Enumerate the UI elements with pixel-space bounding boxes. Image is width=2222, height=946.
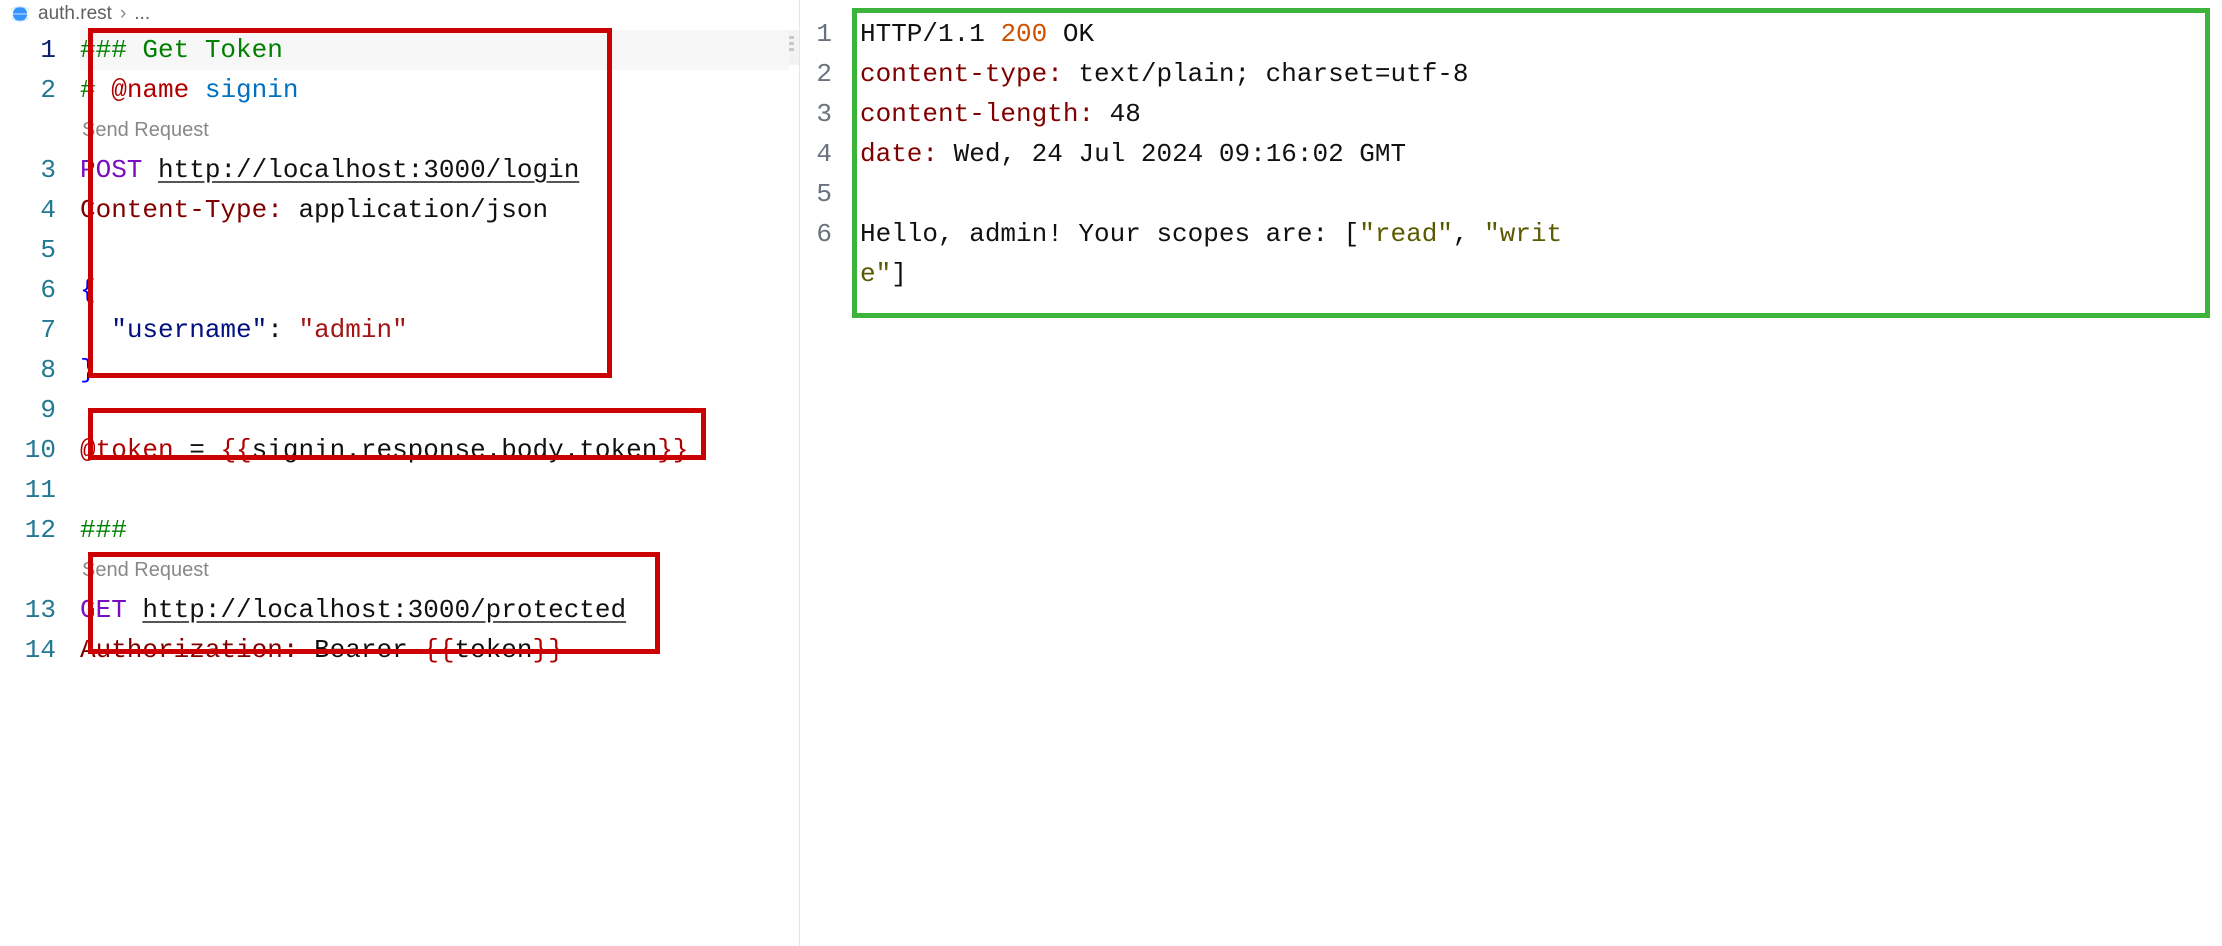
line-number: 12 xyxy=(14,510,56,550)
line-number: 13 xyxy=(14,590,56,630)
line-number: 9 xyxy=(14,390,56,430)
request-url[interactable]: http://localhost:3000/protected xyxy=(142,595,626,625)
chevron-right-icon: › xyxy=(120,3,126,25)
editor-left-pane: auth.rest › ... 1 2 3 4 5 6 7 8 9 10 11 … xyxy=(0,0,800,946)
header-value: 48 xyxy=(1110,99,1141,129)
template-var: token xyxy=(455,635,533,665)
template-close: }} xyxy=(657,435,688,465)
send-request-codelens[interactable]: Send Request xyxy=(80,550,789,590)
header-name: content-type xyxy=(860,59,1047,89)
response-body-end: ] xyxy=(891,259,907,289)
line-number xyxy=(814,254,832,294)
line-number: 3 xyxy=(814,94,832,134)
comment-hash: # xyxy=(80,75,111,105)
http-version: HTTP/1.1 xyxy=(860,19,1000,49)
template-body: signin.response.body.token xyxy=(252,435,658,465)
response-right-pane: 1 2 3 4 5 6 HTTP/1.1 200 OK content-type… xyxy=(800,0,2222,946)
line-number: 5 xyxy=(14,230,56,270)
line-number: 6 xyxy=(814,214,832,254)
line-number: 8 xyxy=(14,350,56,390)
header-name: content-length xyxy=(860,99,1078,129)
template-open: {{ xyxy=(423,635,454,665)
line-number: 2 xyxy=(14,70,56,110)
line-number: 1 xyxy=(814,14,832,54)
json-value: "admin" xyxy=(298,315,407,345)
line-number xyxy=(14,110,56,150)
line-number: 1 xyxy=(14,30,56,70)
header-value: text/plain; charset=utf-8 xyxy=(1078,59,1468,89)
response-body: Hello, admin! Your scopes are: [ xyxy=(860,219,1359,249)
http-method-get: GET xyxy=(80,595,127,625)
section-comment: ### Get Token xyxy=(80,35,283,65)
at-token-var: @token xyxy=(80,435,174,465)
line-number: 14 xyxy=(14,630,56,670)
line-number: 11 xyxy=(14,470,56,510)
template-open: {{ xyxy=(220,435,251,465)
line-number: 4 xyxy=(814,134,832,174)
line-number xyxy=(14,550,56,590)
code-editor-right[interactable]: 1 2 3 4 5 6 HTTP/1.1 200 OK content-type… xyxy=(800,0,2222,294)
header-value: Wed, 24 Jul 2024 09:16:02 GMT xyxy=(954,139,1406,169)
code-content-left[interactable]: ### Get Token # @name signin Send Reques… xyxy=(80,30,799,670)
request-name: signin xyxy=(189,75,298,105)
line-number: 5 xyxy=(814,174,832,214)
line-number: 6 xyxy=(14,270,56,310)
request-url[interactable]: http://localhost:3000/login xyxy=(158,155,579,185)
line-number: 7 xyxy=(14,310,56,350)
breadcrumb-filename[interactable]: auth.rest xyxy=(38,3,112,25)
line-number: 3 xyxy=(14,150,56,190)
code-editor-left[interactable]: 1 2 3 4 5 6 7 8 9 10 11 12 13 14 ### Get… xyxy=(0,30,799,670)
line-gutter-right: 1 2 3 4 5 6 xyxy=(800,14,860,294)
code-content-right[interactable]: HTTP/1.1 200 OK content-type: text/plain… xyxy=(860,14,2222,294)
json-brace: { xyxy=(80,275,96,305)
header-name: date xyxy=(860,139,922,169)
header-name: Content-Type xyxy=(80,195,267,225)
line-number: 2 xyxy=(814,54,832,94)
line-number: 10 xyxy=(14,430,56,470)
globe-icon xyxy=(10,4,30,24)
equals: = xyxy=(174,435,221,465)
header-name: Authorization xyxy=(80,635,283,665)
bearer-prefix: Bearer xyxy=(314,635,423,665)
json-string: e" xyxy=(860,259,891,289)
send-request-codelens[interactable]: Send Request xyxy=(80,110,789,150)
breadcrumb[interactable]: auth.rest › ... xyxy=(0,0,799,30)
json-key: "username" xyxy=(111,315,267,345)
line-gutter-left: 1 2 3 4 5 6 7 8 9 10 11 12 13 14 xyxy=(0,30,80,670)
section-divider: ### xyxy=(80,515,127,545)
json-brace: } xyxy=(80,355,96,385)
at-name-directive: @name xyxy=(111,75,189,105)
status-code: 200 xyxy=(1000,19,1047,49)
line-number: 4 xyxy=(14,190,56,230)
http-method-post: POST xyxy=(80,155,142,185)
status-text: OK xyxy=(1047,19,1094,49)
breadcrumb-tail[interactable]: ... xyxy=(134,3,150,25)
template-close: }} xyxy=(533,635,564,665)
comma: , xyxy=(1453,219,1484,249)
json-string: "read" xyxy=(1359,219,1453,249)
header-value: application/json xyxy=(298,195,548,225)
json-string: "writ xyxy=(1484,219,1562,249)
